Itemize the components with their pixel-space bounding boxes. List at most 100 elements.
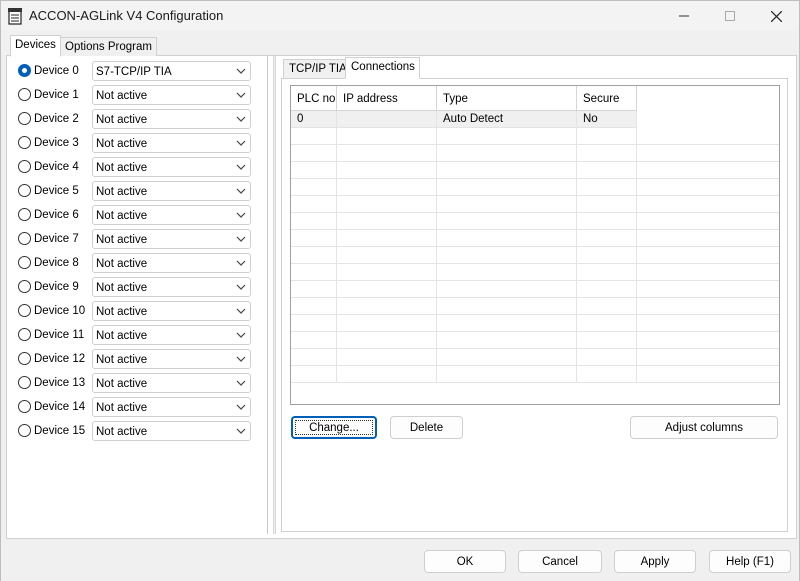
panel-splitter[interactable] [273, 56, 276, 534]
device-type-value: Not active [96, 186, 148, 198]
device-type-value: Not active [96, 162, 148, 174]
device-label: Device 10 [34, 305, 86, 317]
chevron-down-icon [236, 212, 246, 218]
table-row-empty [291, 332, 779, 349]
device-radio[interactable] [18, 352, 31, 365]
minimize-button[interactable] [661, 1, 707, 31]
device-type-select[interactable]: Not active [92, 373, 251, 393]
table-row[interactable]: 0 Auto Detect No [291, 111, 779, 128]
cell-plc-no: 0 [291, 111, 337, 128]
device-row-15: Device 15 Not active [18, 421, 263, 441]
device-label: Device 11 [34, 329, 85, 341]
device-label: Device 9 [34, 281, 79, 293]
close-button[interactable] [753, 1, 799, 31]
device-radio[interactable] [18, 304, 31, 317]
chevron-down-icon [236, 140, 246, 146]
chevron-down-icon [236, 428, 246, 434]
device-type-select[interactable]: Not active [92, 157, 251, 177]
device-label: Device 4 [34, 161, 79, 173]
device-radio[interactable] [18, 184, 31, 197]
device-row-11: Device 11 Not active [18, 325, 263, 345]
device-type-value: Not active [96, 258, 148, 270]
chevron-down-icon [236, 260, 246, 266]
device-type-select[interactable]: Not active [92, 325, 251, 345]
device-radio[interactable] [18, 232, 31, 245]
column-header-plc-no[interactable]: PLC no [291, 86, 337, 111]
table-row-empty [291, 179, 779, 196]
table-row-empty [291, 213, 779, 230]
column-header-type[interactable]: Type [437, 86, 577, 111]
device-type-select[interactable]: Not active [92, 349, 251, 369]
device-row-4: Device 4 Not active [18, 157, 263, 177]
device-radio[interactable] [18, 376, 31, 389]
device-label: Device 15 [34, 425, 86, 437]
device-type-value: Not active [96, 378, 148, 390]
table-row-empty [291, 298, 779, 315]
apply-button[interactable]: Apply [614, 550, 696, 573]
table-row-empty [291, 366, 779, 383]
table-row-empty [291, 247, 779, 264]
device-radio[interactable] [18, 256, 31, 269]
table-row-empty [291, 264, 779, 281]
device-label: Device 0 [34, 65, 79, 77]
chevron-down-icon [236, 284, 246, 290]
device-type-select[interactable]: Not active [92, 205, 251, 225]
device-radio[interactable] [18, 328, 31, 341]
device-radio[interactable] [18, 88, 31, 101]
device-type-select[interactable]: Not active [92, 277, 251, 297]
column-header-secure[interactable]: Secure [577, 86, 637, 111]
device-type-select[interactable]: Not active [92, 253, 251, 273]
connections-table[interactable]: PLC no IP address Type Secure 0 Auto Det… [290, 85, 780, 405]
device-radio[interactable] [18, 424, 31, 437]
device-type-select[interactable]: Not active [92, 133, 251, 153]
device-radio[interactable] [18, 160, 31, 173]
table-row-empty [291, 162, 779, 179]
device-radio[interactable] [18, 64, 31, 77]
table-row-empty [291, 145, 779, 162]
device-row-5: Device 5 Not active [18, 181, 263, 201]
device-label: Device 3 [34, 137, 79, 149]
device-type-value: Not active [96, 282, 148, 294]
chevron-down-icon [236, 236, 246, 242]
device-label: Device 2 [34, 113, 79, 125]
device-type-select[interactable]: S7-TCP/IP TIA [92, 61, 251, 81]
cancel-button[interactable]: Cancel [518, 550, 602, 573]
device-type-select[interactable]: Not active [92, 229, 251, 249]
table-row-empty [291, 349, 779, 366]
device-row-6: Device 6 Not active [18, 205, 263, 225]
chevron-down-icon [236, 380, 246, 386]
device-radio[interactable] [18, 208, 31, 221]
chevron-down-icon [236, 308, 246, 314]
device-radio[interactable] [18, 280, 31, 293]
tab-tcp-ip-tia[interactable]: TCP/IP TIA [283, 59, 352, 79]
device-type-select[interactable]: Not active [92, 301, 251, 321]
device-radio[interactable] [18, 400, 31, 413]
device-type-value: Not active [96, 234, 148, 246]
tab-devices[interactable]: Devices [10, 35, 61, 57]
device-type-select[interactable]: Not active [92, 109, 251, 129]
tab-options-program[interactable]: Options Program [60, 37, 157, 57]
chevron-down-icon [236, 332, 246, 338]
adjust-columns-button[interactable]: Adjust columns [630, 416, 778, 439]
delete-button[interactable]: Delete [390, 416, 463, 439]
ok-button[interactable]: OK [424, 550, 506, 573]
device-row-1: Device 1 Not active [18, 85, 263, 105]
device-type-select[interactable]: Not active [92, 397, 251, 417]
device-type-value: Not active [96, 90, 148, 102]
device-type-select[interactable]: Not active [92, 181, 251, 201]
change-button[interactable]: Change... [291, 416, 377, 439]
maximize-button[interactable] [707, 1, 753, 31]
device-radio[interactable] [18, 136, 31, 149]
help-button[interactable]: Help (F1) [709, 550, 791, 573]
tab-connections[interactable]: Connections [345, 57, 420, 79]
device-type-value: Not active [96, 210, 148, 222]
device-type-select[interactable]: Not active [92, 421, 251, 441]
device-radio[interactable] [18, 112, 31, 125]
chevron-down-icon [236, 404, 246, 410]
maximize-icon [725, 11, 735, 21]
device-type-select[interactable]: Not active [92, 85, 251, 105]
config-window: ACCON-AGLink V4 Configuration Devices Op… [0, 0, 800, 581]
device-row-10: Device 10 Not active [18, 301, 263, 321]
column-header-ip-address[interactable]: IP address [337, 86, 437, 111]
device-type-value: Not active [96, 354, 148, 366]
